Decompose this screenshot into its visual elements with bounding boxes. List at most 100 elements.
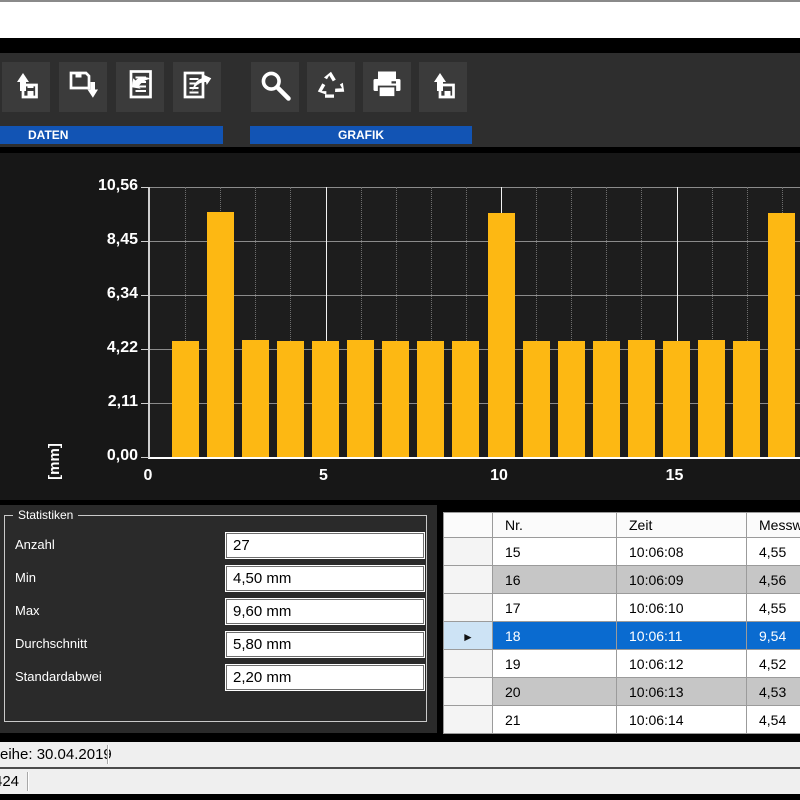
- row-selector-cell[interactable]: [444, 566, 493, 594]
- statistics-groupbox-title: Statistiken: [13, 508, 78, 522]
- y-tick-mark: [141, 403, 148, 404]
- y-tick-label: 4,22: [58, 339, 138, 357]
- statistics-groupbox: Statistiken Anzahl27Min4,50 mmMax9,60 mm…: [4, 515, 427, 722]
- column-header-nr[interactable]: Nr.: [493, 513, 617, 538]
- table-header-row: Nr.ZeitMesswe: [444, 513, 800, 538]
- chart-bar: [312, 341, 339, 457]
- status-separator: [27, 772, 29, 791]
- cell-zeit[interactable]: 10:06:08: [617, 538, 747, 566]
- status-date-text: eihe: 30.04.2019: [0, 746, 112, 763]
- cell-zeit[interactable]: 10:06:14: [617, 706, 747, 734]
- table-row[interactable]: ► 1810:06:119,54: [444, 622, 800, 650]
- chart-bar: [663, 341, 690, 457]
- chart-bar: [452, 341, 479, 457]
- chart-bar: [523, 341, 550, 457]
- stat-value-max[interactable]: 9,60 mm: [226, 599, 424, 624]
- export-graphic-button[interactable]: [419, 62, 467, 112]
- chart-bar: [277, 341, 304, 457]
- top-white-strip: [0, 2, 800, 38]
- y-tick-mark: [141, 241, 148, 242]
- cell-nr[interactable]: 19: [493, 650, 617, 678]
- chart-bar: [242, 340, 269, 457]
- status-bar-2: 424: [0, 769, 800, 794]
- cell-messwert[interactable]: 4,56: [747, 566, 800, 594]
- column-header-zeit[interactable]: Zeit: [617, 513, 747, 538]
- cell-nr[interactable]: 20: [493, 678, 617, 706]
- y-tick-label: 8,45: [58, 231, 138, 249]
- import-document-button[interactable]: [116, 62, 164, 112]
- cell-messwert[interactable]: 9,54: [747, 622, 800, 650]
- y-tick-mark: [141, 187, 148, 188]
- stat-value-standardabwei[interactable]: 2,20 mm: [226, 665, 424, 690]
- stat-label-standardabwei: Standardabwei: [15, 669, 102, 684]
- table-row[interactable]: 1710:06:104,55: [444, 594, 800, 622]
- cell-nr[interactable]: 15: [493, 538, 617, 566]
- horizontal-gridline: [150, 241, 800, 242]
- recycle-icon: [313, 67, 349, 108]
- print-icon: [369, 67, 405, 108]
- row-selector-cell[interactable]: [444, 650, 493, 678]
- cell-messwert[interactable]: 4,55: [747, 538, 800, 566]
- daten-label-text: DATEN: [28, 128, 68, 142]
- chart-bar: [382, 341, 409, 457]
- row-selector-cell[interactable]: [444, 706, 493, 734]
- horizontal-gridline: [150, 295, 800, 296]
- stat-value-min[interactable]: 4,50 mm: [226, 566, 424, 591]
- top-black-strip: [0, 38, 800, 53]
- row-selector-cell[interactable]: [444, 538, 493, 566]
- recycle-button[interactable]: [307, 62, 355, 112]
- cell-nr[interactable]: 21: [493, 706, 617, 734]
- row-selector-cell[interactable]: [444, 678, 493, 706]
- table-row[interactable]: 1610:06:094,56: [444, 566, 800, 594]
- current-row-arrow-icon: ►: [462, 630, 474, 644]
- row-selector-cell[interactable]: ►: [444, 622, 493, 650]
- status-bar-1: eihe: 30.04.2019: [0, 742, 800, 767]
- cell-zeit[interactable]: 10:06:10: [617, 594, 747, 622]
- cell-zeit[interactable]: 10:06:09: [617, 566, 747, 594]
- table-row[interactable]: 1910:06:124,52: [444, 650, 800, 678]
- measurement-table-container[interactable]: Nr.ZeitMesswe 1510:06:084,551610:06:094,…: [443, 512, 800, 735]
- row-selector-header: [444, 513, 493, 538]
- status-count-text: 424: [0, 773, 19, 790]
- table-row[interactable]: 2010:06:134,53: [444, 678, 800, 706]
- table-row[interactable]: 1510:06:084,55: [444, 538, 800, 566]
- cell-zeit[interactable]: 10:06:12: [617, 650, 747, 678]
- x-tick-label: 15: [666, 467, 684, 485]
- y-tick-mark: [141, 349, 148, 350]
- bottom-black-strip: [0, 794, 800, 800]
- horizontal-gridline: [150, 457, 800, 458]
- column-header-messwe[interactable]: Messwe: [747, 513, 800, 538]
- stat-value-durchschnitt[interactable]: 5,80 mm: [226, 632, 424, 657]
- cell-nr[interactable]: 17: [493, 594, 617, 622]
- table-row[interactable]: 2110:06:144,54: [444, 706, 800, 734]
- toolbar-group-label-grafik: GRAFIK: [250, 126, 472, 144]
- export-document-button[interactable]: [173, 62, 221, 112]
- export-document-icon: [179, 67, 215, 108]
- x-tick-label: 0: [144, 467, 153, 485]
- open-from-disk-button[interactable]: [2, 62, 50, 112]
- row-selector-cell[interactable]: [444, 594, 493, 622]
- cell-zeit[interactable]: 10:06:13: [617, 678, 747, 706]
- save-to-disk-button[interactable]: [59, 62, 107, 112]
- zoom-button[interactable]: [251, 62, 299, 112]
- cell-nr[interactable]: 16: [493, 566, 617, 594]
- x-tick-label: 10: [490, 467, 508, 485]
- cell-messwert[interactable]: 4,52: [747, 650, 800, 678]
- cell-messwert[interactable]: 4,54: [747, 706, 800, 734]
- chart-bar: [593, 341, 620, 457]
- chart-plot-area: [148, 187, 800, 459]
- chart-bar: [733, 341, 760, 457]
- stat-value-anzahl[interactable]: 27: [226, 533, 424, 558]
- measurement-table[interactable]: Nr.ZeitMesswe 1510:06:084,551610:06:094,…: [443, 512, 800, 734]
- chart-bar: [628, 340, 655, 457]
- horizontal-gridline: [150, 187, 800, 188]
- toolbar-group-grafik: [251, 62, 467, 112]
- cell-nr[interactable]: 18: [493, 622, 617, 650]
- print-button[interactable]: [363, 62, 411, 112]
- cell-zeit[interactable]: 10:06:11: [617, 622, 747, 650]
- app-window: DATEN GRAFIK [mm] 0,002,114,226,348,4510…: [0, 0, 800, 800]
- cell-messwert[interactable]: 4,55: [747, 594, 800, 622]
- cell-messwert[interactable]: 4,53: [747, 678, 800, 706]
- toolbar-group-daten: [2, 62, 221, 112]
- export-graphic-icon: [425, 67, 461, 108]
